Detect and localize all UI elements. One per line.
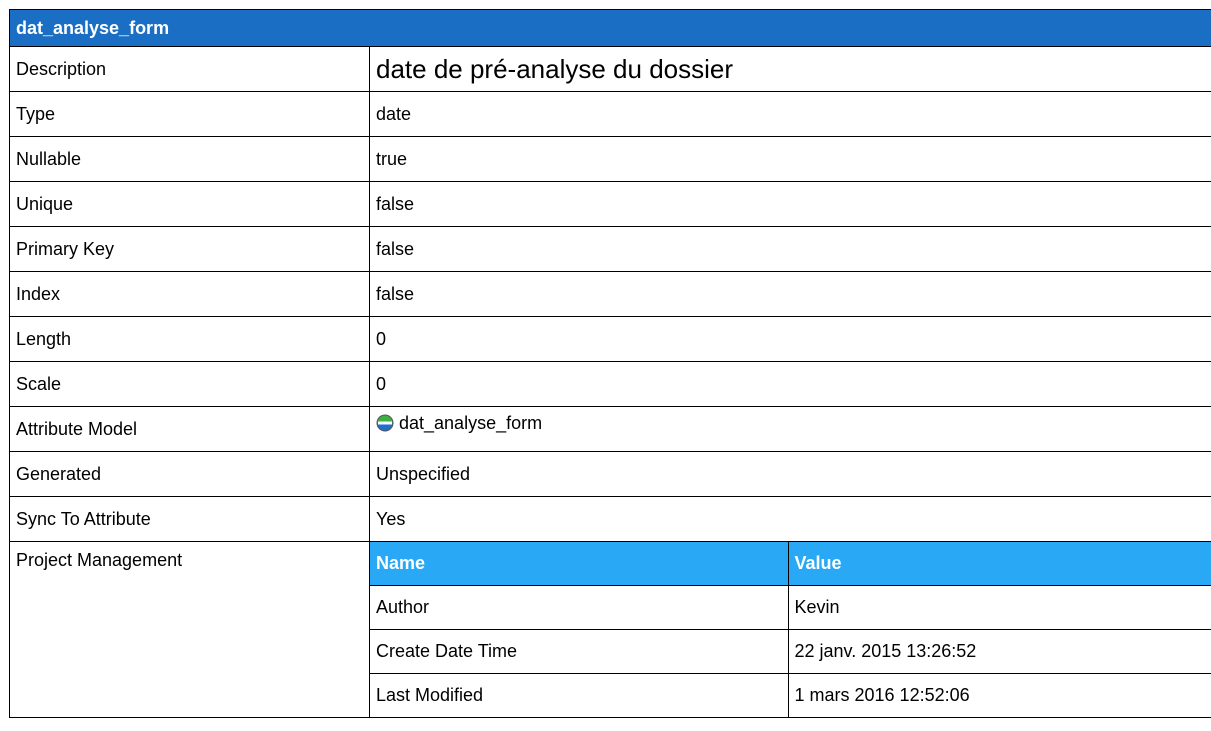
row-label: Length xyxy=(9,316,370,362)
attribute-table: dat_analyse_form Description date de pré… xyxy=(8,9,1211,718)
table-row: Create Date Time 22 janv. 2015 13:26:52 xyxy=(370,629,1211,674)
unique-value: false xyxy=(368,181,1211,227)
title-row: dat_analyse_form xyxy=(8,9,1211,47)
row-label: Scale xyxy=(9,361,370,407)
row-primary-key: Primary Key false xyxy=(9,226,1211,272)
row-label: Sync To Attribute xyxy=(9,496,370,542)
row-generated: Generated Unspecified xyxy=(9,451,1211,497)
attribute-model-link[interactable]: dat_analyse_form xyxy=(376,413,542,433)
row-label: Attribute Model xyxy=(9,406,370,452)
pm-value: 22 janv. 2015 13:26:52 xyxy=(787,629,1211,674)
row-label: Primary Key xyxy=(9,226,370,272)
attribute-model-cell: dat_analyse_form xyxy=(368,406,1211,452)
table-row: Author Kevin xyxy=(370,585,1211,630)
description-value: date de pré-analyse du dossier xyxy=(368,46,1211,92)
project-management-cell: Name Value Author Kevin Create Date Time… xyxy=(368,541,1211,718)
row-label: Nullable xyxy=(9,136,370,182)
row-attribute-model: Attribute Model dat_analyse_form xyxy=(9,406,1211,452)
pm-header-row: Name Value xyxy=(370,542,1211,586)
row-length: Length 0 xyxy=(9,316,1211,362)
attribute-model-value: dat_analyse_form xyxy=(399,412,543,433)
project-management-table: Name Value Author Kevin Create Date Time… xyxy=(370,542,1211,717)
row-nullable: Nullable true xyxy=(9,136,1211,182)
row-label: Generated xyxy=(9,451,370,497)
pm-name: Create Date Time xyxy=(370,629,789,674)
attribute-sheet: dat_analyse_form Description date de pré… xyxy=(8,9,1211,718)
pm-header-value: Value xyxy=(787,542,1211,586)
primary-key-value: false xyxy=(368,226,1211,272)
row-scale: Scale 0 xyxy=(9,361,1211,407)
pm-name: Author xyxy=(370,585,789,630)
row-index: Index false xyxy=(9,271,1211,317)
row-type: Type date xyxy=(9,91,1211,137)
pm-value: Kevin xyxy=(787,585,1211,630)
row-label: Unique xyxy=(9,181,370,227)
index-value: false xyxy=(368,271,1211,317)
attribute-icon xyxy=(376,414,394,431)
table-title: dat_analyse_form xyxy=(8,9,1211,47)
row-label: Type xyxy=(9,91,370,137)
generated-value: Unspecified xyxy=(368,451,1211,497)
row-sync-to-attribute: Sync To Attribute Yes xyxy=(9,496,1211,542)
pm-name: Last Modified xyxy=(370,673,789,717)
length-value: 0 xyxy=(368,316,1211,362)
nullable-value: true xyxy=(368,136,1211,182)
row-label: Description xyxy=(9,46,370,92)
row-unique: Unique false xyxy=(9,181,1211,227)
row-label: Project Management xyxy=(9,541,370,718)
table-row: Last Modified 1 mars 2016 12:52:06 xyxy=(370,673,1211,717)
row-project-management: Project Management Name Value Author Kev… xyxy=(9,541,1211,718)
sync-to-attribute-value: Yes xyxy=(368,496,1211,542)
pm-header-name: Name xyxy=(370,542,789,586)
row-description: Description date de pré-analyse du dossi… xyxy=(9,46,1211,92)
type-value: date xyxy=(368,91,1211,137)
pm-value: 1 mars 2016 12:52:06 xyxy=(787,673,1211,717)
scale-value: 0 xyxy=(368,361,1211,407)
row-label: Index xyxy=(9,271,370,317)
